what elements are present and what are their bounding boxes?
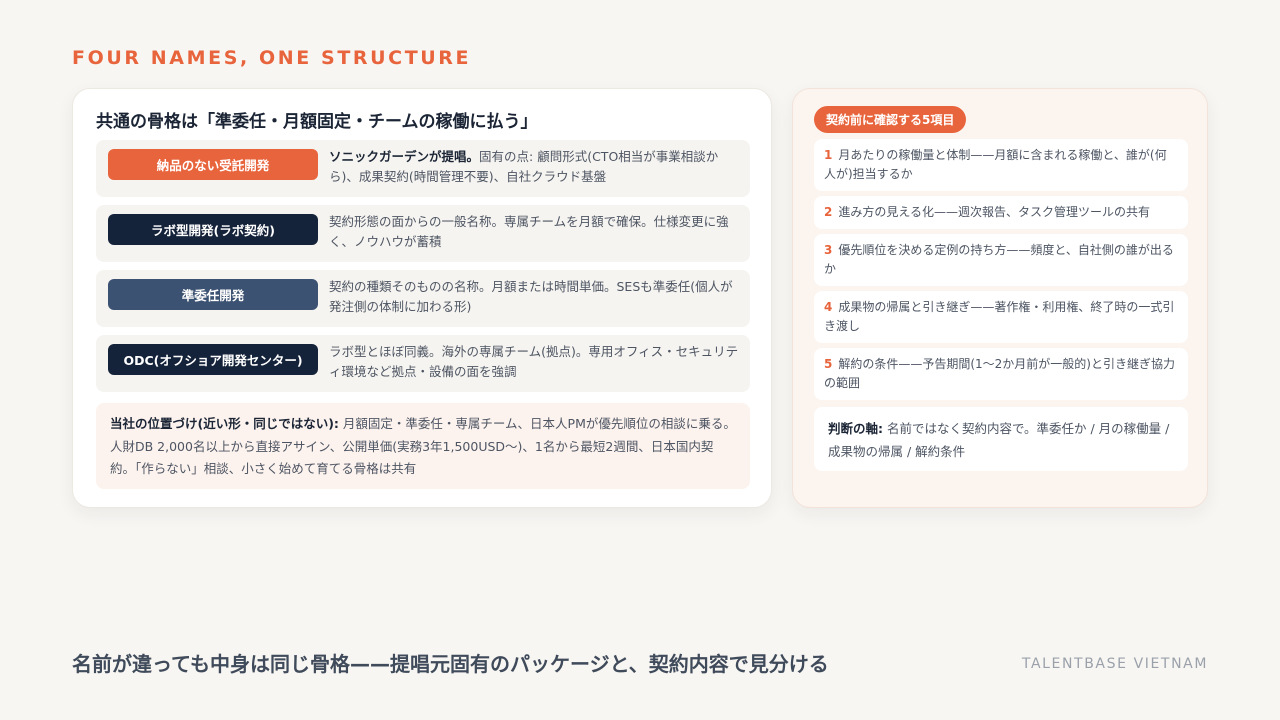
item-text: 月あたりの稼働量と体制——月額に含まれる稼働と、誰が(何人が)担当するか <box>824 148 1167 181</box>
item-text: 進み方の見える化——週次報告、タスク管理ツールの共有 <box>838 205 1151 219</box>
description-text: ラボ型とほぼ同義。海外の専属チーム(拠点)。専用オフィス・セキュリティ環境など拠… <box>329 344 739 379</box>
checklist-item: 1 月あたりの稼働量と体制——月額に含まれる稼働と、誰が(何人が)担当するか <box>814 139 1188 191</box>
company-position-note: 当社の位置づけ(近い形・同じではない): 月額固定・準委任・専属チーム、日本人P… <box>96 403 750 489</box>
card-title: 共通の骨格は「準委任・月額固定・チームの稼働に払う」 <box>96 112 538 132</box>
item-number: 5 <box>824 357 833 371</box>
checklist-item: 5 解約の条件——予告期間(1〜2か月前が一般的)と引き継ぎ協力の範囲 <box>814 348 1188 400</box>
axis-lead: 判断の軸: <box>828 421 883 436</box>
checklist-item: 2 進み方の見える化——週次報告、タスク管理ツールの共有 <box>814 196 1188 229</box>
names-comparison-card: 共通の骨格は「準委任・月額固定・チームの稼働に払う」 納品のない受託開発 ソニッ… <box>72 88 772 508</box>
name-description: 契約形態の面からの一般名称。専属チームを月額で確保。仕様変更に強く、ノウハウが蓄… <box>329 212 739 252</box>
name-description: 契約の種類そのものの名称。月額または時間単価。SESも準委任(個人が発注側の体制… <box>329 277 739 317</box>
section-kicker: FOUR NAMES, ONE STRUCTURE <box>72 47 472 69</box>
checklist-item: 3 優先順位を決める定例の持ち方——頻度と、自社側の誰が出るか <box>814 234 1188 286</box>
name-description: ソニックガーデンが提唱。固有の点: 顧問形式(CTO相当が事業相談から)、成果契… <box>329 147 739 187</box>
decision-axis: 判断の軸: 名前ではなく契約内容で。準委任か / 月の稼働量 / 成果物の帰属 … <box>814 407 1188 471</box>
name-row-1: 納品のない受託開発 ソニックガーデンが提唱。固有の点: 顧問形式(CTO相当が事… <box>96 140 750 197</box>
item-number: 2 <box>824 205 833 219</box>
name-row-2: ラボ型開発(ラボ契約) 契約形態の面からの一般名称。専属チームを月額で確保。仕様… <box>96 205 750 262</box>
item-number: 1 <box>824 148 833 162</box>
footer-title: 名前が違っても中身は同じ骨格——提唱元固有のパッケージと、契約内容で見分ける <box>72 652 829 676</box>
item-number: 4 <box>824 300 833 314</box>
name-row-3: 準委任開発 契約の種類そのものの名称。月額または時間単価。SESも準委任(個人が… <box>96 270 750 327</box>
item-text: 解約の条件——予告期間(1〜2か月前が一般的)と引き継ぎ協力の範囲 <box>824 357 1175 390</box>
description-text: 契約形態の面からの一般名称。専属チームを月額で確保。仕様変更に強く、ノウハウが蓄… <box>329 214 729 249</box>
item-text: 成果物の帰属と引き継ぎ——著作権・利用権、終了時の一式引き渡し <box>824 300 1175 333</box>
checklist-badge: 契約前に確認する5項目 <box>814 106 967 133</box>
name-row-4: ODC(オフショア開発センター) ラボ型とほぼ同義。海外の専属チーム(拠点)。専… <box>96 335 750 392</box>
name-description: ラボ型とほぼ同義。海外の専属チーム(拠点)。専用オフィス・セキュリティ環境など拠… <box>329 342 739 382</box>
description-text: 契約の種類そのものの名称。月額または時間単価。SESも準委任(個人が発注側の体制… <box>329 279 733 314</box>
checklist-item: 4 成果物の帰属と引き継ぎ——著作権・利用権、終了時の一式引き渡し <box>814 291 1188 343</box>
brand-name: TALENTBASE VIETNAM <box>1021 656 1208 672</box>
name-pill: 納品のない受託開発 <box>108 149 318 180</box>
item-number: 3 <box>824 243 833 257</box>
checklist-card: 契約前に確認する5項目 1 月あたりの稼働量と体制——月額に含まれる稼働と、誰が(… <box>792 88 1208 508</box>
name-pill: ODC(オフショア開発センター) <box>108 344 318 375</box>
name-pill: ラボ型開発(ラボ契約) <box>108 214 318 245</box>
name-pill: 準委任開発 <box>108 279 318 310</box>
note-lead: 当社の位置づけ(近い形・同じではない): <box>110 416 339 431</box>
description-lead: ソニックガーデンが提唱。 <box>329 149 480 164</box>
item-text: 優先順位を決める定例の持ち方——頻度と、自社側の誰が出るか <box>824 243 1174 276</box>
